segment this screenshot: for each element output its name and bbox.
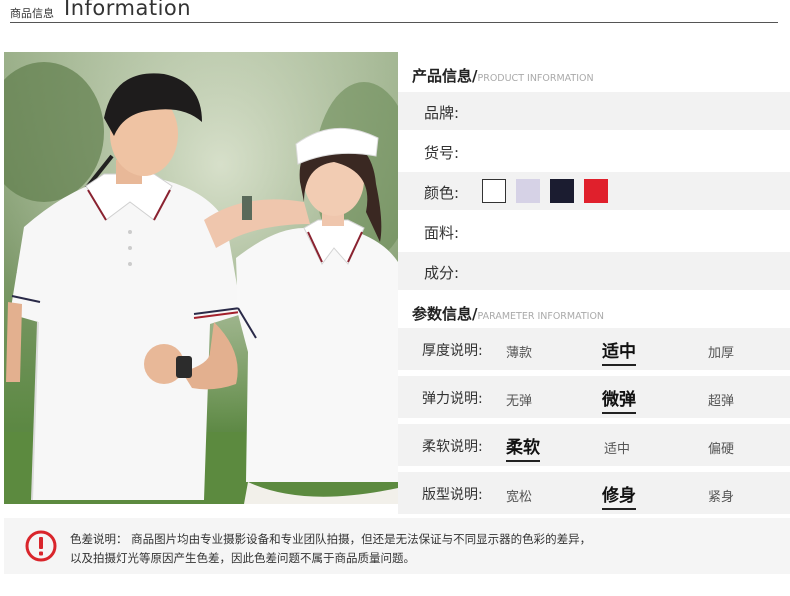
param-option: 宽松: [506, 490, 533, 505]
parameter-info-subtitle: PARAMETER INFORMATION: [477, 311, 605, 322]
param-option-selected: 适中: [602, 337, 636, 366]
param-row-fit: 版型说明: 宽松 修身 紧身: [398, 472, 790, 514]
param-row-thickness: 厚度说明: 薄款 适中 加厚: [398, 328, 790, 370]
product-info-header: 产品信息/PRODUCT INFORMATION: [398, 54, 790, 92]
product-info-title-text: 产品信息/: [412, 67, 478, 85]
parameter-info-title-text: 参数信息/: [412, 305, 478, 323]
notice-line-1: 色差说明： 商品图片均由专业摄影设备和专业团队拍摄，但还是无法保证与不同显示器的…: [70, 532, 592, 546]
brand-label: 品牌:: [424, 104, 460, 122]
param-option-selected: 修身: [602, 481, 636, 510]
notice-line-2: 以及拍摄灯光等原因产生色差，因此色差问题不属于商品质量问题。: [70, 551, 415, 565]
fit-label: 版型说明:: [422, 487, 483, 503]
param-row-softness: 柔软说明: 柔软 适中 偏硬: [398, 424, 790, 466]
color-swatch-lavender[interactable]: [516, 179, 540, 203]
thickness-label: 厚度说明:: [422, 343, 483, 359]
color-swatch-white[interactable]: [482, 179, 506, 203]
product-row-brand: 品牌:: [398, 92, 790, 130]
product-row-composition: 成分:: [398, 252, 790, 290]
composition-label: 成分:: [424, 264, 460, 282]
param-option: 无弹: [506, 394, 533, 409]
warning-icon: [25, 530, 57, 562]
param-option: 紧身: [708, 490, 735, 505]
param-option-selected: 微弹: [602, 385, 636, 414]
param-option: 偏硬: [708, 442, 735, 457]
param-option-selected: 柔软: [506, 433, 540, 462]
header-big-label: Information: [64, 0, 192, 20]
product-info-subtitle: PRODUCT INFORMATION: [477, 73, 594, 84]
color-swatch-navy[interactable]: [550, 179, 574, 203]
header-small-label: 商品信息: [10, 7, 54, 20]
color-swatch-red[interactable]: [584, 179, 608, 203]
parameter-info-title: 参数信息/PARAMETER INFORMATION: [412, 303, 604, 324]
parameter-info-header: 参数信息/PARAMETER INFORMATION: [398, 292, 790, 330]
fabric-label: 面料:: [424, 224, 460, 242]
param-option: 超弹: [708, 394, 735, 409]
header-divider: [10, 22, 778, 23]
product-photo: [4, 52, 398, 504]
param-row-elasticity: 弹力说明: 无弹 微弹 超弹: [398, 376, 790, 418]
product-row-item-no: 货号:: [398, 132, 790, 170]
color-difference-notice: 色差说明： 商品图片均由专业摄影设备和专业团队拍摄，但还是无法保证与不同显示器的…: [4, 518, 790, 574]
notice-text: 色差说明： 商品图片均由专业摄影设备和专业团队拍摄，但还是无法保证与不同显示器的…: [70, 530, 591, 568]
elasticity-label: 弹力说明:: [422, 391, 483, 407]
product-info-title: 产品信息/PRODUCT INFORMATION: [412, 65, 594, 86]
product-row-fabric: 面料:: [398, 212, 790, 250]
softness-label: 柔软说明:: [422, 439, 483, 455]
param-option: 适中: [604, 442, 631, 457]
color-label: 颜色:: [424, 184, 460, 202]
param-option: 加厚: [708, 346, 735, 361]
item-no-label: 货号:: [424, 144, 460, 162]
section-header: 商品信息 Information: [0, 0, 790, 24]
param-option: 薄款: [506, 346, 533, 361]
